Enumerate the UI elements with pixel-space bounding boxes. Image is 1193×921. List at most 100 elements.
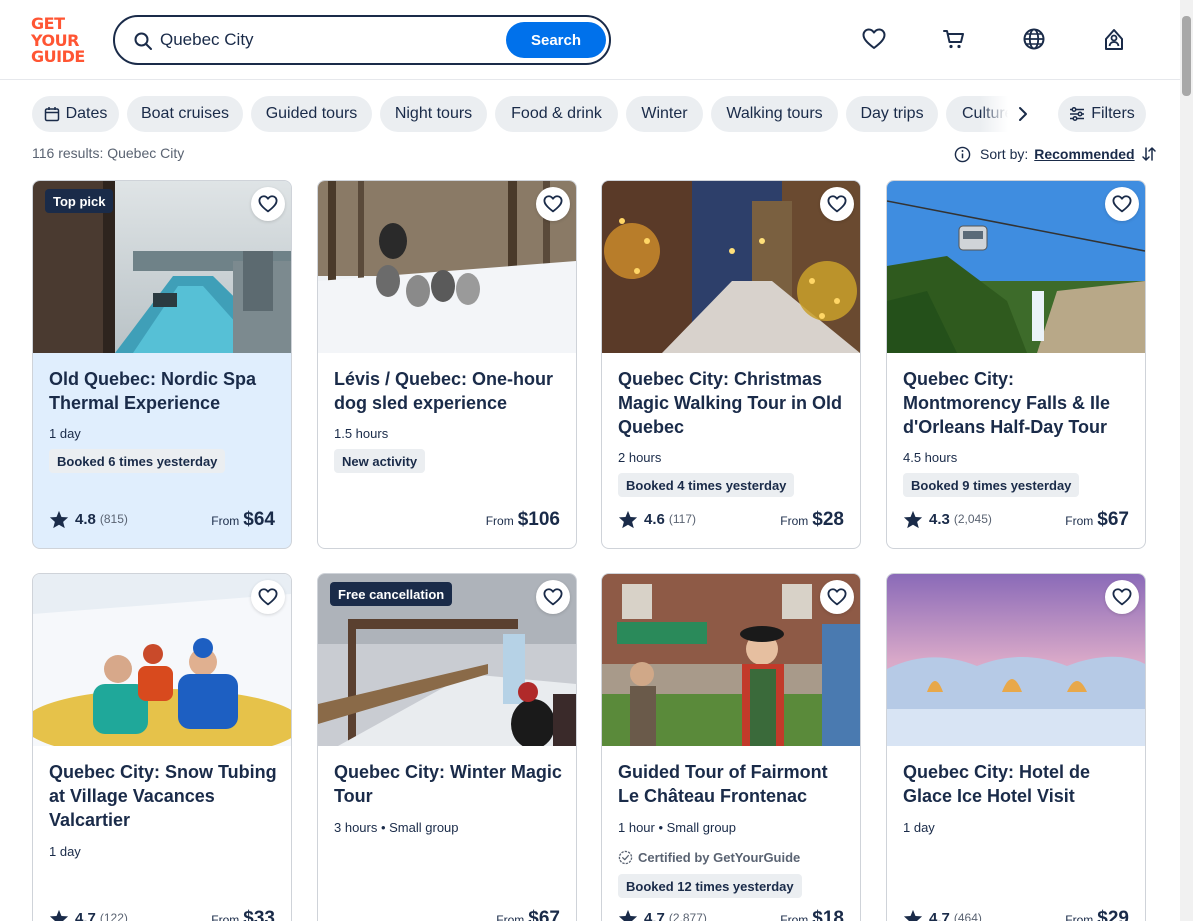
logo-line-1: GET: [31, 14, 65, 33]
sort-value[interactable]: Recommended: [1034, 146, 1134, 162]
getyourguide-logo[interactable]: GET YOUR GUIDE: [31, 14, 89, 65]
price: From $29: [1065, 908, 1129, 921]
new-activity-badge: New activity: [334, 449, 426, 473]
rating: 4.7 (2,877): [618, 906, 707, 921]
filters-label: Filters: [1091, 105, 1135, 122]
chip-label: Walking tours: [726, 105, 823, 122]
wishlist-heart-icon[interactable]: [536, 187, 570, 221]
rating-value: 4.8: [75, 510, 96, 528]
price-from: From: [780, 514, 809, 528]
chip-label: Boat cruises: [140, 105, 230, 122]
profile-icon[interactable]: [1101, 26, 1127, 52]
rating-value: 4.6: [644, 510, 665, 528]
filters-button[interactable]: Filters: [1058, 96, 1146, 132]
price-from: From: [211, 913, 240, 921]
price-from: From: [496, 913, 525, 921]
price: From $64: [211, 509, 275, 533]
price-amount: $28: [812, 509, 844, 530]
review-count: (2,045): [953, 512, 992, 526]
price-amount: $29: [1097, 908, 1129, 921]
page-scrollbar[interactable]: [1180, 0, 1193, 921]
card-title[interactable]: Guided Tour of Fairmont Le Château Front…: [618, 760, 846, 808]
chip-label: Food & drink: [511, 105, 602, 122]
price: From $33: [211, 908, 275, 921]
review-count: (464): [953, 911, 982, 921]
price-from: From: [780, 913, 809, 921]
price: From $67: [1065, 509, 1129, 533]
card-title[interactable]: Quebec City: Snow Tubing at Village Vaca…: [49, 760, 277, 832]
wishlist-heart-icon[interactable]: [536, 580, 570, 614]
review-count: (122): [99, 911, 128, 921]
search-button[interactable]: Search: [506, 22, 606, 58]
wishlist-heart-icon[interactable]: [820, 187, 854, 221]
rating: 4.3 (2,045): [903, 507, 992, 531]
sliders-icon: [1069, 106, 1085, 122]
sort-arrows-icon[interactable]: [1141, 146, 1157, 162]
chip-label: Guided tours: [265, 105, 358, 122]
activity-card[interactable]: Quebec City: Snow Tubing at Village Vaca…: [32, 573, 292, 921]
wishlist-heart-icon[interactable]: [820, 580, 854, 614]
chevron-right-icon[interactable]: [1012, 104, 1034, 124]
star-icon: [903, 510, 923, 528]
results-count: 116 results: Quebec City: [32, 145, 185, 161]
price-from: From: [211, 514, 240, 528]
free-cancellation-tag: Free cancellation: [330, 582, 453, 606]
sort-control[interactable]: Sort by: Recommended: [954, 144, 1157, 164]
price: From $67: [496, 908, 560, 921]
chip-guided-tours[interactable]: Guided tours: [251, 96, 372, 132]
price-amount: $106: [517, 509, 560, 530]
activity-card[interactable]: Guided Tour of Fairmont Le Château Front…: [601, 573, 861, 921]
chip-night-tours[interactable]: Night tours: [380, 96, 487, 132]
rating-value: 4.7: [644, 909, 665, 921]
price: From $106: [486, 509, 560, 533]
duration: 1 day: [49, 426, 81, 441]
activity-card[interactable]: Lévis / Quebec: One-hour dog sled experi…: [317, 180, 577, 549]
globe-icon[interactable]: [1021, 26, 1047, 52]
card-title[interactable]: Old Quebec: Nordic Spa Thermal Experienc…: [49, 367, 277, 415]
wishlist-heart-icon[interactable]: [251, 580, 285, 614]
chip-label: Night tours: [394, 105, 473, 122]
chip-winter[interactable]: Winter: [626, 96, 703, 132]
wishlist-heart-icon[interactable]: [1105, 580, 1139, 614]
price-amount: $33: [243, 908, 275, 921]
search-icon: [133, 31, 153, 51]
rating: 4.7 (122): [49, 906, 128, 921]
info-icon[interactable]: [954, 146, 971, 163]
chip-food-drink[interactable]: Food & drink: [495, 96, 618, 132]
search-input[interactable]: [160, 25, 500, 55]
activity-card[interactable]: Quebec City: Montmorency Falls & Ile d'O…: [886, 180, 1146, 549]
review-count: (2,877): [668, 911, 707, 921]
duration: 1 day: [49, 844, 81, 859]
heart-icon[interactable]: [861, 26, 887, 52]
chip-day-trips[interactable]: Day trips: [846, 96, 938, 132]
calendar-icon: [44, 106, 60, 122]
chip-dates[interactable]: Dates: [32, 96, 119, 132]
card-title[interactable]: Quebec City: Montmorency Falls & Ile d'O…: [903, 367, 1131, 439]
cart-icon[interactable]: [941, 26, 967, 52]
card-title[interactable]: Quebec City: Christmas Magic Walking Tou…: [618, 367, 846, 439]
rating: 4.7 (464): [903, 906, 982, 921]
duration: 1.5 hours: [334, 426, 389, 441]
scrollbar-thumb[interactable]: [1182, 16, 1191, 96]
chip-boat-cruises[interactable]: Boat cruises: [127, 96, 243, 132]
card-title[interactable]: Lévis / Quebec: One-hour dog sled experi…: [334, 367, 562, 415]
wishlist-heart-icon[interactable]: [1105, 187, 1139, 221]
price-amount: $64: [243, 509, 275, 530]
price-from: From: [485, 514, 514, 528]
price-from: From: [1065, 913, 1094, 921]
card-title[interactable]: Quebec City: Winter Magic Tour: [334, 760, 562, 808]
chip-walking-tours[interactable]: Walking tours: [711, 96, 838, 132]
activity-card[interactable]: Quebec City: Hotel de Glace Ice Hotel Vi…: [886, 573, 1146, 921]
duration: 4.5 hours: [903, 450, 958, 465]
rating: 4.8 (815): [49, 507, 128, 531]
rating-value: 4.3: [929, 510, 950, 528]
price-amount: $67: [1097, 509, 1129, 530]
activity-card[interactable]: Quebec City: Christmas Magic Walking Tou…: [601, 180, 861, 549]
card-title[interactable]: Quebec City: Hotel de Glace Ice Hotel Vi…: [903, 760, 1131, 808]
price: From $28: [780, 509, 844, 533]
wishlist-heart-icon[interactable]: [251, 187, 285, 221]
activity-card[interactable]: Free cancellation Quebec City: Winter Ma…: [317, 573, 577, 921]
top-header: GET YOUR GUIDE Search: [0, 0, 1193, 80]
activity-card[interactable]: Top pick Old Quebec: Nordic Spa Thermal …: [32, 180, 292, 549]
star-icon: [49, 510, 69, 528]
